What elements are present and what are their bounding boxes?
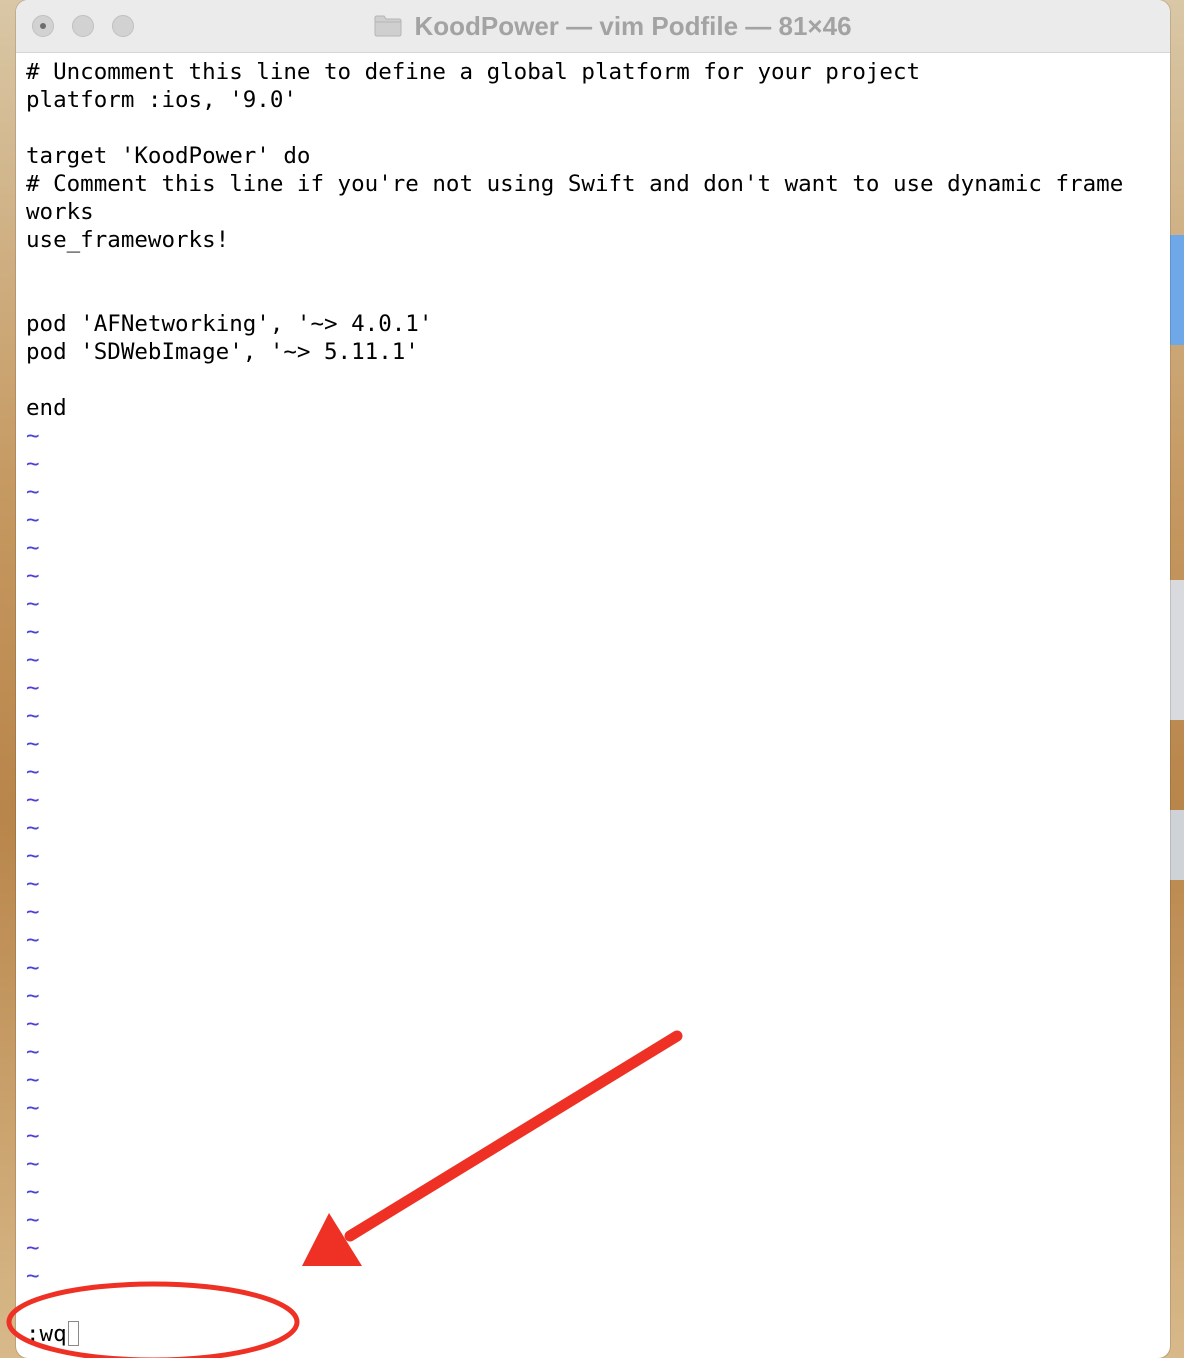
title-container: KoodPower — vim Podfile — 81×46: [16, 0, 1170, 52]
tilde-marker: ~: [26, 871, 40, 897]
tilde-marker: ~: [26, 731, 40, 757]
tilde-marker: ~: [26, 1123, 40, 1149]
tilde-marker: ~: [26, 1067, 40, 1093]
tilde-marker: ~: [26, 619, 40, 645]
code-line: end: [26, 395, 67, 421]
tilde-marker: ~: [26, 1263, 40, 1289]
code-line: platform :ios, '9.0': [26, 87, 297, 113]
code-line: works: [26, 199, 94, 225]
code-line: # Comment this line if you're not using …: [26, 171, 1124, 197]
tilde-marker: ~: [26, 1235, 40, 1261]
desktop-background-strip: [1170, 235, 1184, 345]
command-text: :wq: [26, 1321, 67, 1347]
tilde-marker: ~: [26, 451, 40, 477]
code-line: target 'KoodPower' do: [26, 143, 311, 169]
cursor: [67, 1321, 79, 1346]
tilde-marker: ~: [26, 759, 40, 785]
tilde-marker: ~: [26, 1011, 40, 1037]
terminal-window: KoodPower — vim Podfile — 81×46 # Uncomm…: [16, 0, 1170, 1358]
tilde-marker: ~: [26, 563, 40, 589]
tilde-marker: ~: [26, 1151, 40, 1177]
tilde-marker: ~: [26, 1179, 40, 1205]
tilde-marker: ~: [26, 955, 40, 981]
tilde-marker: ~: [26, 1095, 40, 1121]
code-line: # Uncomment this line to define a global…: [26, 59, 921, 85]
tilde-marker: ~: [26, 675, 40, 701]
code-line: pod 'AFNetworking', '~> 4.0.1': [26, 311, 433, 337]
code-line: use_frameworks!: [26, 227, 230, 253]
buffer-lines: # Uncomment this line to define a global…: [26, 58, 1166, 422]
vim-buffer[interactable]: # Uncomment this line to define a global…: [26, 58, 1166, 1348]
tilde-marker: ~: [26, 843, 40, 869]
tilde-marker: ~: [26, 787, 40, 813]
tilde-marker: ~: [26, 591, 40, 617]
tilde-marker: ~: [26, 535, 40, 561]
tilde-marker: ~: [26, 899, 40, 925]
tilde-marker: ~: [26, 423, 40, 449]
window-title: KoodPower — vim Podfile — 81×46: [414, 10, 852, 41]
command-line[interactable]: :wq: [26, 1320, 79, 1348]
folder-icon: [374, 15, 402, 37]
tilde-marker: ~: [26, 647, 40, 673]
title-bar[interactable]: KoodPower — vim Podfile — 81×46: [16, 0, 1170, 53]
desktop-background-strip: [1170, 810, 1184, 880]
tilde-marker: ~: [26, 1207, 40, 1233]
tilde-marker: ~: [26, 983, 40, 1009]
empty-line-markers: ~ ~ ~ ~ ~ ~ ~ ~ ~ ~ ~ ~ ~ ~ ~ ~ ~ ~ ~ ~ ~ ~ ~ ~ ~ ~ ~ ~ ~ ~ ~: [26, 422, 1166, 1290]
tilde-marker: ~: [26, 507, 40, 533]
tilde-marker: ~: [26, 703, 40, 729]
code-line: pod 'SDWebImage', '~> 5.11.1': [26, 339, 419, 365]
tilde-marker: ~: [26, 927, 40, 953]
tilde-marker: ~: [26, 479, 40, 505]
tilde-marker: ~: [26, 815, 40, 841]
desktop-background-strip: [1170, 580, 1184, 720]
tilde-marker: ~: [26, 1039, 40, 1065]
